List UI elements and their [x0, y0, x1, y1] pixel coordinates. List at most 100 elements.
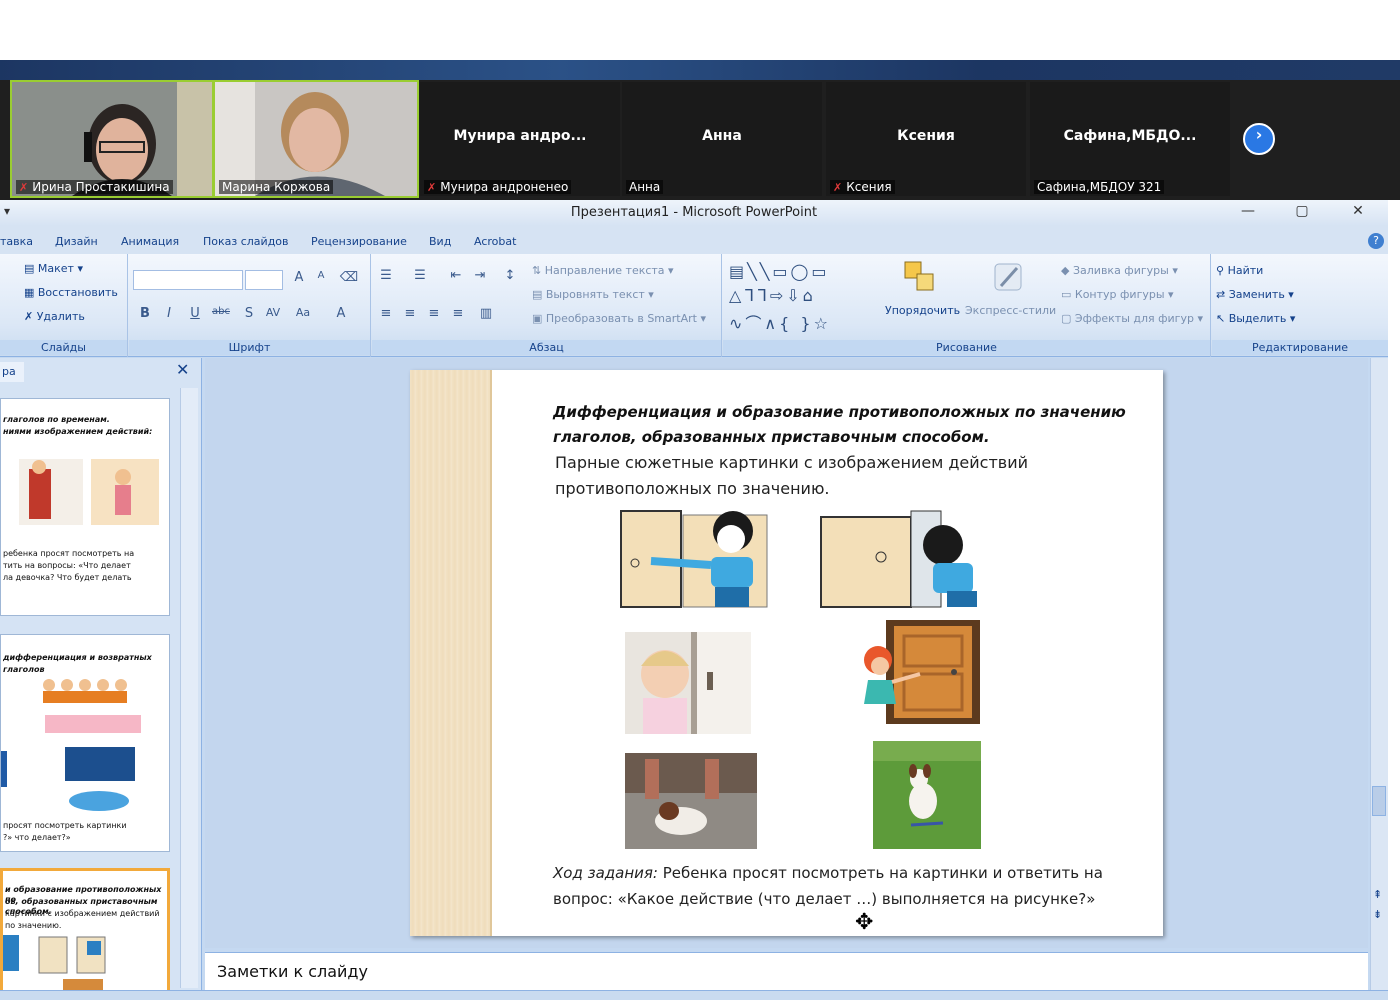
- slide-thumbnail-1[interactable]: глаголов по временам. ниями изображением…: [0, 398, 170, 616]
- tab-slideshow[interactable]: Показ слайдов: [203, 235, 289, 248]
- participant-tile-5[interactable]: Ксения ✗ Ксения: [826, 82, 1026, 196]
- tab-insert[interactable]: тавка: [0, 235, 33, 248]
- align-left-icon[interactable]: ≡: [376, 306, 396, 326]
- panel-scrollbar[interactable]: [180, 388, 198, 988]
- delete-slide-button[interactable]: ✗ Удалить: [24, 310, 85, 323]
- char-spacing-icon[interactable]: AV: [263, 306, 283, 326]
- close-button[interactable]: ✕: [1348, 203, 1368, 221]
- ribbon: ▤ Макет ▾ ▦ Восстановить ✗ Удалить Слайд…: [0, 254, 1388, 357]
- help-icon[interactable]: ?: [1368, 233, 1384, 249]
- bold-icon[interactable]: B: [135, 306, 155, 326]
- scroll-thumb[interactable]: [1372, 786, 1386, 816]
- participant-caption: Марина Коржова: [219, 180, 334, 194]
- minimize-button[interactable]: —: [1238, 203, 1258, 221]
- thumb-text: просят посмотреть картинки: [3, 821, 127, 830]
- justify-icon[interactable]: ≡: [448, 306, 468, 326]
- slide-thumbnail-2[interactable]: дифференциация и возвратных глаголов про…: [0, 634, 170, 852]
- group-label: Редактирование: [1212, 340, 1388, 355]
- arrange-button[interactable]: Упорядочить: [885, 304, 960, 317]
- participant-tile-4[interactable]: Анна Анна: [622, 82, 822, 196]
- status-bar: [0, 990, 1388, 1000]
- close-panel-icon[interactable]: ✕: [176, 360, 189, 379]
- participant-caption: ✗ Ирина Простакишина: [16, 180, 173, 194]
- select-button[interactable]: ↖ Выделить ▾: [1216, 312, 1295, 325]
- reset-button[interactable]: ▦ Восстановить: [24, 286, 118, 299]
- decrease-indent-icon[interactable]: ⇤: [446, 268, 466, 288]
- font-size-input[interactable]: [245, 270, 283, 290]
- text-direction-button[interactable]: ⇅ Направление текста ▾: [532, 264, 674, 277]
- numbering-icon[interactable]: ☰: [410, 268, 430, 288]
- tab-view[interactable]: Вид: [429, 235, 451, 248]
- title-bar: ▾ Презентация1 - Microsoft PowerPoint — …: [0, 200, 1388, 226]
- tab-review[interactable]: Рецензирование: [311, 235, 407, 248]
- next-slide-icon[interactable]: ⇟: [1373, 908, 1382, 921]
- window-title: Презентация1 - Microsoft PowerPoint: [570, 205, 818, 220]
- shape-fill-button[interactable]: ◆ Заливка фигуры ▾: [1061, 264, 1178, 277]
- align-right-icon[interactable]: ≡: [424, 306, 444, 326]
- muted-mic-icon: ✗: [833, 181, 843, 194]
- group-drawing: ▤╲╲▭◯▭ △ᒣᒣ⇨⇩⌂ ∿⌒∧{ }☆ Упорядочить Экспре…: [723, 254, 1211, 357]
- notes-pane[interactable]: Заметки к слайду: [205, 952, 1368, 990]
- increase-indent-icon[interactable]: ⇥: [470, 268, 490, 288]
- italic-icon[interactable]: I: [159, 306, 179, 326]
- bullets-icon[interactable]: ☰: [376, 268, 396, 288]
- slide-canvas: Дифференциация и образование противополо…: [205, 358, 1368, 948]
- tab-outline[interactable]: ра: [0, 362, 24, 382]
- line-spacing-icon[interactable]: ↕: [500, 268, 520, 288]
- participant-tile-3[interactable]: Мунира андро... ✗ Мунира андроненео: [420, 82, 620, 196]
- font-color-icon[interactable]: A: [331, 306, 351, 326]
- shapes-gallery-row2[interactable]: △ᒣᒣ⇨⇩⌂: [729, 286, 816, 305]
- group-editing: ⚲ Найти ⇄ Заменить ▾ ↖ Выделить ▾ Редакт…: [1212, 254, 1388, 357]
- replace-button[interactable]: ⇄ Заменить ▾: [1216, 288, 1294, 301]
- underline-icon[interactable]: U: [185, 306, 205, 326]
- participant-tile-2[interactable]: Марина Коржова: [213, 80, 419, 198]
- notes-placeholder: Заметки к слайду: [217, 962, 368, 981]
- shape-outline-button[interactable]: ▭ Контур фигуры ▾: [1061, 288, 1174, 301]
- shrink-font-icon[interactable]: A: [311, 270, 331, 290]
- thumb-text: ниями изображением действий:: [3, 427, 153, 436]
- participant-tile-6[interactable]: Сафина,МБДО... Сафина,МБДОУ 321: [1030, 82, 1230, 196]
- slide-task-text: Ход задания: Ребенка просят посмотреть н…: [553, 860, 1163, 912]
- thumb-text: ла девочка? Что будет делать: [3, 573, 132, 582]
- quick-styles-button[interactable]: Экспресс-стили: [965, 304, 1056, 317]
- grow-font-icon[interactable]: A: [289, 270, 309, 290]
- participant-name: Анна: [702, 128, 742, 144]
- thumb-text: дифференциация и возвратных: [3, 653, 152, 662]
- font-name-input[interactable]: [133, 270, 243, 290]
- thumb-text: глаголов по временам.: [3, 415, 110, 424]
- group-label: Слайды: [0, 340, 127, 355]
- restore-button[interactable]: ▢: [1292, 203, 1312, 221]
- participant-caption: Анна: [626, 180, 664, 194]
- shapes-gallery-row1[interactable]: ▤╲╲▭◯▭: [729, 262, 830, 281]
- thumb-image: [1, 679, 141, 811]
- thumb-image: [19, 459, 159, 525]
- shadow-icon[interactable]: S: [239, 306, 259, 326]
- slide-vertical-scrollbar[interactable]: ⇞ ⇟: [1370, 358, 1388, 990]
- align-text-button[interactable]: ▤ Выровнять текст ▾: [532, 288, 654, 301]
- previous-slide-icon[interactable]: ⇞: [1373, 888, 1382, 901]
- participant-tile-1[interactable]: ✗ Ирина Простакишина: [10, 80, 214, 198]
- change-case-icon[interactable]: Aa: [293, 306, 313, 326]
- slide-thumbnail-3-selected[interactable]: и образование противоположных по ов, обр…: [0, 868, 170, 998]
- find-button[interactable]: ⚲ Найти: [1216, 264, 1263, 277]
- convert-smartart-button[interactable]: ▣ Преобразовать в SmartArt ▾: [532, 312, 706, 325]
- clear-format-icon[interactable]: ⌫: [339, 270, 359, 290]
- picture-dog-running: [873, 741, 981, 849]
- quick-styles-icon[interactable]: [991, 260, 1025, 294]
- current-slide[interactable]: Дифференциация и образование противополо…: [410, 370, 1163, 936]
- picture-child-door: [625, 632, 751, 734]
- tab-acrobat[interactable]: Acrobat: [474, 235, 516, 248]
- columns-icon[interactable]: ▥: [476, 306, 496, 326]
- group-paragraph: ☰ ☰ ⇤ ⇥ ↕ ≡ ≡ ≡ ≡ ▥ ⇅ Направление текста…: [372, 254, 722, 357]
- shape-effects-button[interactable]: ▢ Эффекты для фигур ▾: [1061, 312, 1203, 325]
- tab-design[interactable]: Дизайн: [55, 235, 98, 248]
- participant-video-2: [215, 82, 417, 196]
- strikethrough-icon[interactable]: abc: [211, 306, 231, 326]
- align-center-icon[interactable]: ≡: [400, 306, 420, 326]
- tab-animation[interactable]: Анимация: [121, 235, 179, 248]
- arrange-icon[interactable]: [903, 260, 937, 294]
- next-participants-button[interactable]: ›: [1243, 123, 1275, 155]
- shapes-gallery-row3[interactable]: ∿⌒∧{ }☆: [729, 310, 831, 334]
- layout-button[interactable]: ▤ Макет ▾: [24, 262, 83, 275]
- slide-subtitle: Парные сюжетные картинки с изображением …: [555, 453, 1029, 498]
